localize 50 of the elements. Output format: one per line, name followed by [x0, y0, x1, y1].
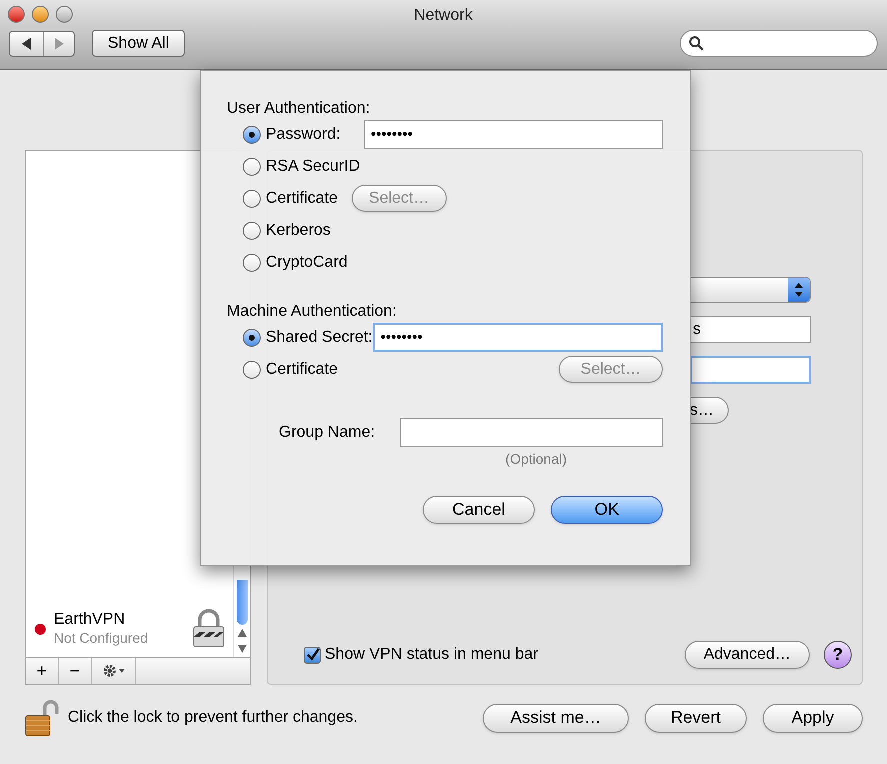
popup-arrows-icon [788, 278, 810, 302]
window-title: Network [413, 6, 474, 26]
open-padlock-icon[interactable] [25, 699, 59, 737]
group-name-field[interactable] [400, 418, 663, 447]
radio-button[interactable]: Shared Secret: [243, 326, 373, 350]
show-all-button[interactable]: Show All [92, 30, 186, 57]
gear-icon [102, 664, 116, 678]
scrollbar-thumb[interactable] [236, 580, 248, 625]
advanced-button[interactable]: Advanced… [684, 641, 810, 669]
list-button[interactable]: + [26, 658, 59, 684]
radio-button[interactable]: Password: [243, 122, 341, 146]
service-status: Not Configured [54, 629, 150, 648]
help-button[interactable]: ? [824, 641, 852, 669]
radio-button[interactable]: Certificate [243, 358, 338, 382]
password-field[interactable]: •••••••• [364, 120, 663, 149]
up-arrow-icon[interactable] [238, 629, 246, 637]
search-icon [689, 36, 704, 51]
down-arrow-icon[interactable] [238, 645, 246, 653]
minimize-button[interactable] [32, 6, 49, 22]
dialog-button[interactable]: Cancel [423, 496, 535, 524]
zoom-button[interactable] [56, 6, 73, 22]
lock-message: Click the lock to prevent further changes. [68, 708, 358, 728]
password-field[interactable]: •••••••• [372, 323, 663, 352]
padlock-icon [191, 609, 227, 649]
list-button[interactable]: − [59, 658, 92, 684]
radio-button[interactable]: Kerberos [243, 218, 331, 242]
authentication-settings-button[interactable]: s… [690, 397, 729, 424]
left-triangle-icon [22, 38, 32, 50]
right-triangle-icon [54, 38, 64, 50]
footer-button[interactable]: Assist me… [483, 704, 629, 732]
search-field[interactable] [680, 30, 878, 57]
service-name: EarthVPN [54, 610, 126, 629]
radio-button[interactable]: Certificate [243, 186, 338, 210]
dialog-button[interactable]: OK [551, 496, 663, 524]
service-item[interactable]: EarthVPN Not Configured [26, 609, 233, 649]
optional-hint: (Optional) [506, 450, 567, 469]
account-name-field[interactable] [690, 356, 811, 384]
configuration-popup[interactable] [690, 277, 811, 303]
footer-button[interactable]: Revert [645, 704, 747, 732]
checkbox-label[interactable]: Show VPN status in menu bar [325, 643, 538, 667]
close-button[interactable] [8, 6, 25, 22]
caret-icon [118, 669, 124, 673]
footer-button[interactable]: Apply [763, 704, 863, 732]
checkbox[interactable] [304, 646, 321, 664]
group-name-label: Group Name: [279, 422, 376, 442]
server-address-field[interactable]: s [690, 316, 811, 343]
radio-button[interactable]: RSA SecurID [243, 154, 360, 178]
radio-button[interactable]: CryptoCard [243, 250, 348, 274]
section-title: User Authentication: [227, 99, 372, 119]
section-title: Machine Authentication: [227, 302, 398, 322]
